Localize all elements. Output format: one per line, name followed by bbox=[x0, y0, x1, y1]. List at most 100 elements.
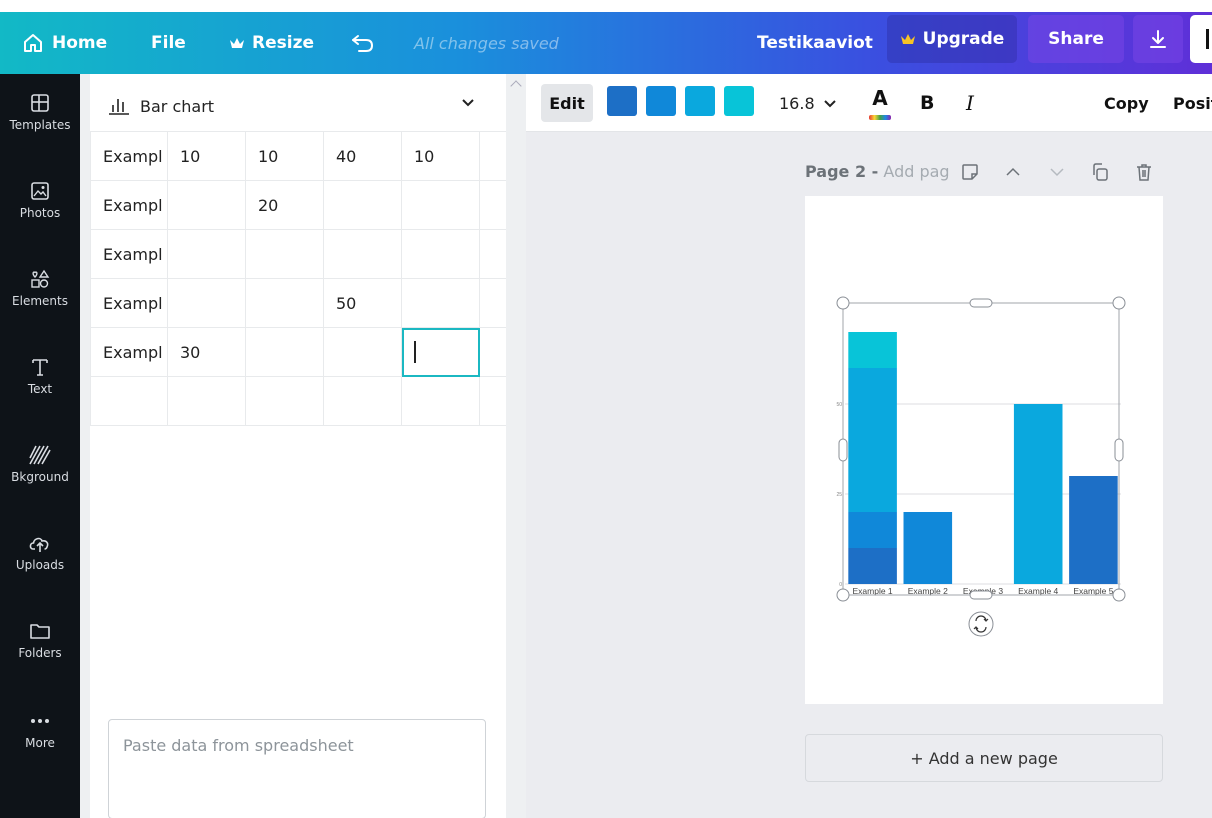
sidebar-item-more[interactable]: More bbox=[0, 708, 80, 778]
upgrade-button[interactable]: Upgrade bbox=[887, 15, 1017, 63]
sidebar-item-templates[interactable]: Templates bbox=[0, 90, 80, 160]
more-icon bbox=[28, 708, 52, 734]
grid-cell[interactable] bbox=[323, 376, 402, 426]
font-size-select[interactable]: 16.8 bbox=[779, 74, 837, 132]
edit-button[interactable]: Edit bbox=[541, 84, 593, 122]
position-button[interactable]: Posit bbox=[1173, 74, 1212, 132]
sidebar-item-elements[interactable]: Elements bbox=[0, 266, 80, 336]
grid-cell[interactable] bbox=[323, 180, 402, 230]
bar-chart[interactable]: 02550Example 1Example 2Example 3Example … bbox=[805, 196, 1163, 704]
grid-cell[interactable] bbox=[90, 376, 168, 426]
chevron-down-icon bbox=[462, 99, 474, 107]
sidebar-item-folders[interactable]: Folders bbox=[0, 618, 80, 688]
upgrade-label: Upgrade bbox=[922, 29, 1005, 49]
resize-handle bbox=[836, 588, 850, 602]
grid-cell[interactable]: Exampl bbox=[90, 278, 168, 328]
grid-cell[interactable] bbox=[479, 131, 507, 181]
panel-divider[interactable] bbox=[506, 74, 526, 818]
grid-cell[interactable]: 50 bbox=[323, 278, 402, 328]
grid-cell[interactable] bbox=[323, 327, 402, 377]
table-row: Exampl bbox=[90, 229, 507, 279]
grid-cell[interactable] bbox=[323, 229, 402, 279]
grid-cell[interactable]: Exampl bbox=[90, 131, 168, 181]
y-tick-label: 25 bbox=[836, 492, 842, 498]
grid-cell[interactable] bbox=[479, 376, 507, 426]
color-swatch-4[interactable] bbox=[724, 86, 754, 116]
document-title[interactable]: Testikaaviot bbox=[757, 12, 873, 74]
editor-toolbar: Edit 16.8 A B I Copy Posit bbox=[526, 74, 1212, 132]
chevron-down-icon bbox=[823, 100, 836, 108]
color-swatch-2[interactable] bbox=[646, 86, 676, 116]
grid-cell[interactable]: 10 bbox=[167, 131, 246, 181]
grid-cell[interactable] bbox=[245, 278, 324, 328]
uploads-icon bbox=[28, 530, 52, 556]
resize-handle bbox=[969, 298, 993, 308]
grid-cell[interactable] bbox=[167, 278, 246, 328]
publish-button[interactable] bbox=[1190, 15, 1212, 63]
sidebar-item-text[interactable]: Text bbox=[0, 354, 80, 424]
text-color-button[interactable]: A bbox=[867, 86, 893, 120]
grid-cell[interactable] bbox=[401, 278, 480, 328]
home-icon bbox=[24, 34, 42, 52]
add-page-button[interactable]: + Add a new page bbox=[805, 734, 1163, 782]
page-note-button[interactable] bbox=[960, 160, 980, 184]
x-tick-label: Example 2 bbox=[908, 586, 948, 596]
y-tick-label: 0 bbox=[839, 582, 842, 588]
grid-cell[interactable] bbox=[479, 180, 507, 230]
grid-cell[interactable] bbox=[167, 180, 246, 230]
grid-cell[interactable] bbox=[401, 376, 480, 426]
file-menu[interactable]: File bbox=[151, 12, 186, 74]
delete-page-button[interactable] bbox=[1134, 160, 1154, 184]
grid-cell[interactable] bbox=[245, 327, 324, 377]
resize-button[interactable]: Resize bbox=[229, 12, 314, 74]
save-status: All changes saved bbox=[414, 33, 559, 53]
color-swatch-3[interactable] bbox=[685, 86, 715, 116]
color-swatch-1[interactable] bbox=[607, 86, 637, 116]
grid-cell[interactable] bbox=[167, 229, 246, 279]
sidebar-item-label: Photos bbox=[19, 206, 61, 220]
grid-cell[interactable] bbox=[479, 278, 507, 328]
chart-type-select[interactable]: Bar chart bbox=[90, 82, 506, 130]
share-button[interactable]: Share bbox=[1028, 15, 1124, 63]
grid-cell[interactable]: 40 bbox=[323, 131, 402, 181]
page-label: Page 2 - Add page title bbox=[805, 162, 949, 181]
page-title-input[interactable]: Add page title bbox=[883, 162, 949, 181]
grid-cell[interactable]: 20 bbox=[245, 180, 324, 230]
bold-button[interactable]: B bbox=[920, 74, 934, 132]
sidebar-item-background[interactable]: Bkground bbox=[0, 442, 80, 512]
move-page-down-button[interactable] bbox=[1048, 160, 1066, 184]
home-button[interactable]: Home bbox=[22, 12, 107, 74]
resize-handle bbox=[1112, 588, 1126, 602]
grid-cell[interactable] bbox=[479, 229, 507, 279]
undo-icon bbox=[352, 35, 374, 52]
grid-cell[interactable] bbox=[167, 376, 246, 426]
grid-cell[interactable]: 30 bbox=[167, 327, 246, 377]
bar-segment bbox=[848, 368, 897, 512]
grid-cell[interactable] bbox=[245, 229, 324, 279]
undo-button[interactable] bbox=[350, 12, 376, 74]
table-row: Exampl 30 bbox=[90, 327, 507, 377]
copy-button[interactable]: Copy bbox=[1104, 74, 1149, 132]
resize-handle bbox=[1112, 296, 1126, 310]
grid-cell[interactable] bbox=[245, 376, 324, 426]
grid-cell[interactable] bbox=[401, 229, 480, 279]
design-page[interactable]: 02550Example 1Example 2Example 3Example … bbox=[805, 196, 1163, 704]
italic-button[interactable]: I bbox=[966, 74, 974, 132]
data-grid: Exampl 10 10 40 10 Exampl 20 Exampl Exam… bbox=[90, 131, 507, 426]
move-page-up-button[interactable] bbox=[1004, 160, 1022, 184]
grid-cell[interactable]: 10 bbox=[245, 131, 324, 181]
download-button[interactable] bbox=[1133, 15, 1183, 63]
grid-cell[interactable]: 10 bbox=[401, 131, 480, 181]
grid-cell-active[interactable] bbox=[401, 327, 480, 377]
grid-cell[interactable] bbox=[401, 180, 480, 230]
grid-cell[interactable] bbox=[479, 327, 507, 377]
sidebar-item-label: Uploads bbox=[15, 558, 65, 572]
duplicate-page-button[interactable] bbox=[1090, 160, 1110, 184]
paste-data-field[interactable]: Paste data from spreadsheet bbox=[108, 719, 486, 818]
grid-cell[interactable]: Exampl bbox=[90, 327, 168, 377]
sidebar-item-photos[interactable]: Photos bbox=[0, 178, 80, 248]
x-tick-label: Example 4 bbox=[1018, 586, 1058, 596]
grid-cell[interactable]: Exampl bbox=[90, 180, 168, 230]
sidebar-item-uploads[interactable]: Uploads bbox=[0, 530, 80, 600]
grid-cell[interactable]: Exampl bbox=[90, 229, 168, 279]
